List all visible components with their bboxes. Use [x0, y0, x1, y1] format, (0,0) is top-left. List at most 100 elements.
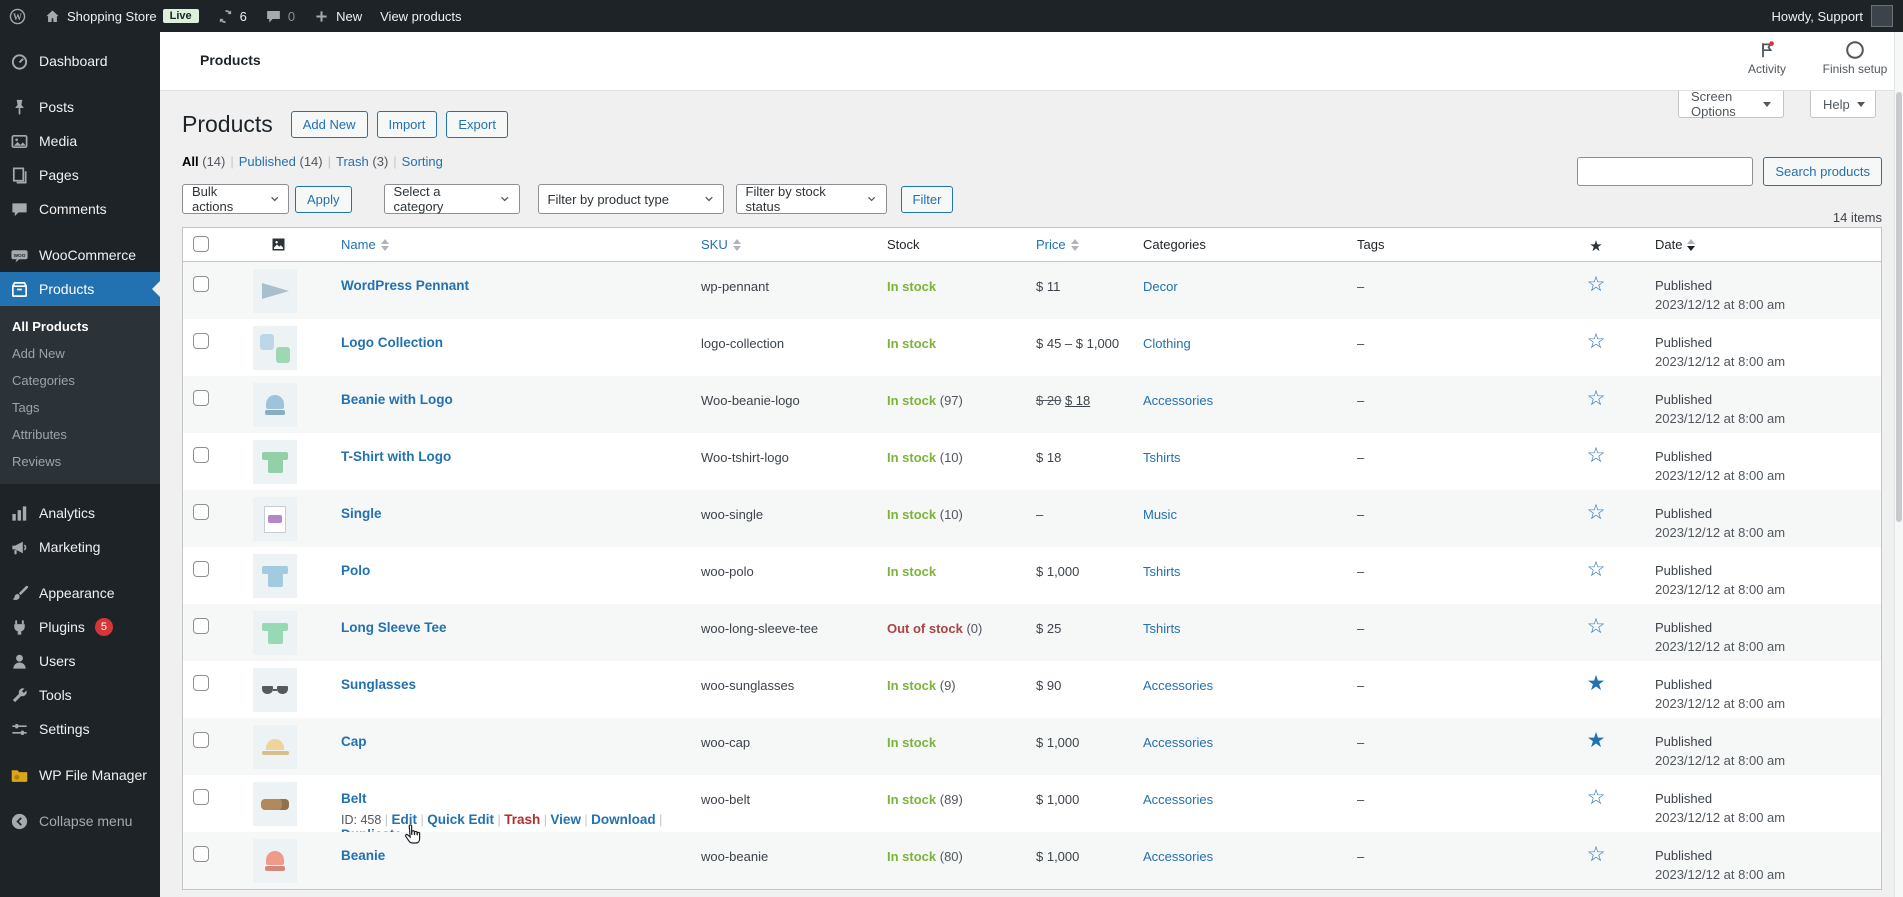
product-name-link[interactable]: Long Sleeve Tee — [341, 620, 447, 635]
search-input[interactable] — [1577, 157, 1754, 186]
product-name-link[interactable]: Beanie with Logo — [341, 392, 453, 407]
sidebar-item-marketing[interactable]: Marketing — [0, 530, 160, 564]
sidebar-item-comments[interactable]: Comments — [0, 192, 160, 226]
row-checkbox[interactable] — [193, 846, 209, 862]
category-link[interactable]: Accessories — [1143, 678, 1213, 693]
stock-status-filter-select[interactable]: Filter by stock status — [735, 184, 887, 214]
view-link-trash[interactable]: Trash — [336, 154, 369, 169]
view-link-all[interactable]: All — [182, 154, 199, 169]
export-button[interactable]: Export — [446, 111, 508, 138]
category-link[interactable]: Accessories — [1143, 792, 1213, 807]
filter-button[interactable]: Filter — [900, 185, 954, 213]
sidebar-item-collapse-menu[interactable]: Collapse menu — [0, 804, 160, 838]
sidebar-item-analytics[interactable]: Analytics — [0, 496, 160, 530]
comments-menu[interactable]: 0 — [256, 0, 304, 32]
product-thumbnail[interactable] — [253, 839, 297, 883]
row-action-quick-edit[interactable]: Quick Edit — [427, 812, 494, 827]
featured-star-outline-icon[interactable]: ☆ — [1561, 376, 1631, 409]
user-avatar[interactable] — [1871, 5, 1893, 27]
category-filter-select[interactable]: Select a category — [383, 184, 520, 214]
column-header-price[interactable]: Price — [1036, 237, 1079, 252]
product-thumbnail[interactable] — [253, 383, 297, 427]
product-name-link[interactable]: Sunglasses — [341, 677, 416, 692]
featured-star-outline-icon[interactable]: ☆ — [1561, 832, 1631, 865]
category-link[interactable]: Tshirts — [1143, 564, 1181, 579]
view-link-published[interactable]: Published — [239, 154, 296, 169]
submenu-item-attributes[interactable]: Attributes — [0, 421, 160, 448]
scrollbar-thumb[interactable] — [1896, 92, 1902, 522]
category-link[interactable]: Accessories — [1143, 393, 1213, 408]
add-new-button[interactable]: Add New — [290, 111, 368, 138]
product-name-link[interactable]: T-Shirt with Logo — [341, 449, 451, 464]
product-name-link[interactable]: Belt — [341, 791, 367, 806]
row-checkbox[interactable] — [193, 276, 209, 292]
product-type-filter-select[interactable]: Filter by product type — [537, 184, 724, 214]
sidebar-item-media[interactable]: Media — [0, 124, 160, 158]
finish-setup-button[interactable]: Finish setup — [1815, 40, 1895, 76]
product-name-link[interactable]: Polo — [341, 563, 370, 578]
category-link[interactable]: Tshirts — [1143, 621, 1181, 636]
submenu-item-tags[interactable]: Tags — [0, 394, 160, 421]
featured-star-outline-icon[interactable]: ☆ — [1561, 547, 1631, 580]
product-thumbnail[interactable] — [253, 497, 297, 541]
submenu-item-categories[interactable]: Categories — [0, 367, 160, 394]
row-checkbox[interactable] — [193, 732, 209, 748]
row-checkbox[interactable] — [193, 390, 209, 406]
featured-star-outline-icon[interactable]: ☆ — [1561, 775, 1631, 808]
row-action-download[interactable]: Download — [591, 812, 656, 827]
view-link-sorting[interactable]: Sorting — [402, 154, 443, 169]
sidebar-item-plugins[interactable]: Plugins 5 — [0, 610, 160, 644]
import-button[interactable]: Import — [376, 111, 438, 138]
column-header-sku[interactable]: SKU — [701, 237, 741, 252]
sidebar-item-pages[interactable]: Pages — [0, 158, 160, 192]
sidebar-item-wp-file-manager[interactable]: WP File Manager — [0, 758, 160, 792]
category-link[interactable]: Music — [1143, 507, 1177, 522]
row-checkbox[interactable] — [193, 675, 209, 691]
howdy-text[interactable]: Howdy, Support — [1771, 9, 1863, 24]
product-name-link[interactable]: Logo Collection — [341, 335, 443, 350]
select-all-checkbox[interactable] — [193, 236, 209, 252]
view-products-link[interactable]: View products — [371, 0, 470, 32]
product-thumbnail[interactable] — [253, 668, 297, 712]
site-menu[interactable]: Shopping Store Live — [35, 0, 208, 32]
category-link[interactable]: Decor — [1143, 279, 1178, 294]
row-action-trash[interactable]: Trash — [504, 812, 540, 827]
featured-star-outline-icon[interactable]: ☆ — [1561, 604, 1631, 637]
featured-star-filled-icon[interactable]: ★ — [1561, 661, 1631, 694]
sidebar-item-woocommerce[interactable]: WOO WooCommerce — [0, 238, 160, 272]
product-thumbnail[interactable] — [253, 269, 297, 313]
row-checkbox[interactable] — [193, 789, 209, 805]
column-header-name[interactable]: Name — [341, 237, 389, 252]
featured-star-outline-icon[interactable]: ☆ — [1561, 319, 1631, 352]
submenu-item-all-products[interactable]: All Products — [0, 313, 160, 340]
sidebar-item-products[interactable]: Products — [0, 272, 160, 306]
sidebar-item-appearance[interactable]: Appearance — [0, 576, 160, 610]
submenu-item-reviews[interactable]: Reviews — [0, 448, 160, 475]
submenu-item-add-new[interactable]: Add New — [0, 340, 160, 367]
column-header-date[interactable]: Date — [1655, 237, 1696, 252]
row-checkbox[interactable] — [193, 333, 209, 349]
row-checkbox[interactable] — [193, 561, 209, 577]
product-thumbnail[interactable] — [253, 782, 297, 826]
bulk-actions-select[interactable]: Bulk actions — [182, 184, 289, 214]
category-link[interactable]: Tshirts — [1143, 450, 1181, 465]
featured-star-outline-icon[interactable]: ☆ — [1561, 262, 1631, 295]
product-name-link[interactable]: Single — [341, 506, 382, 521]
search-products-button[interactable]: Search products — [1763, 157, 1882, 186]
sidebar-item-users[interactable]: Users — [0, 644, 160, 678]
product-name-link[interactable]: Beanie — [341, 848, 385, 863]
wordpress-logo-icon[interactable]: W — [0, 0, 35, 32]
row-checkbox[interactable] — [193, 504, 209, 520]
row-action-view[interactable]: View — [550, 812, 581, 827]
product-thumbnail[interactable] — [253, 725, 297, 769]
product-thumbnail[interactable] — [253, 554, 297, 598]
product-thumbnail[interactable] — [253, 440, 297, 484]
category-link[interactable]: Accessories — [1143, 849, 1213, 864]
category-link[interactable]: Accessories — [1143, 735, 1213, 750]
category-link[interactable]: Clothing — [1143, 336, 1191, 351]
product-thumbnail[interactable] — [253, 326, 297, 370]
sidebar-item-settings[interactable]: Settings — [0, 712, 160, 746]
scrollbar[interactable] — [1894, 32, 1903, 897]
featured-star-filled-icon[interactable]: ★ — [1561, 718, 1631, 751]
new-content-menu[interactable]: New — [304, 0, 371, 32]
